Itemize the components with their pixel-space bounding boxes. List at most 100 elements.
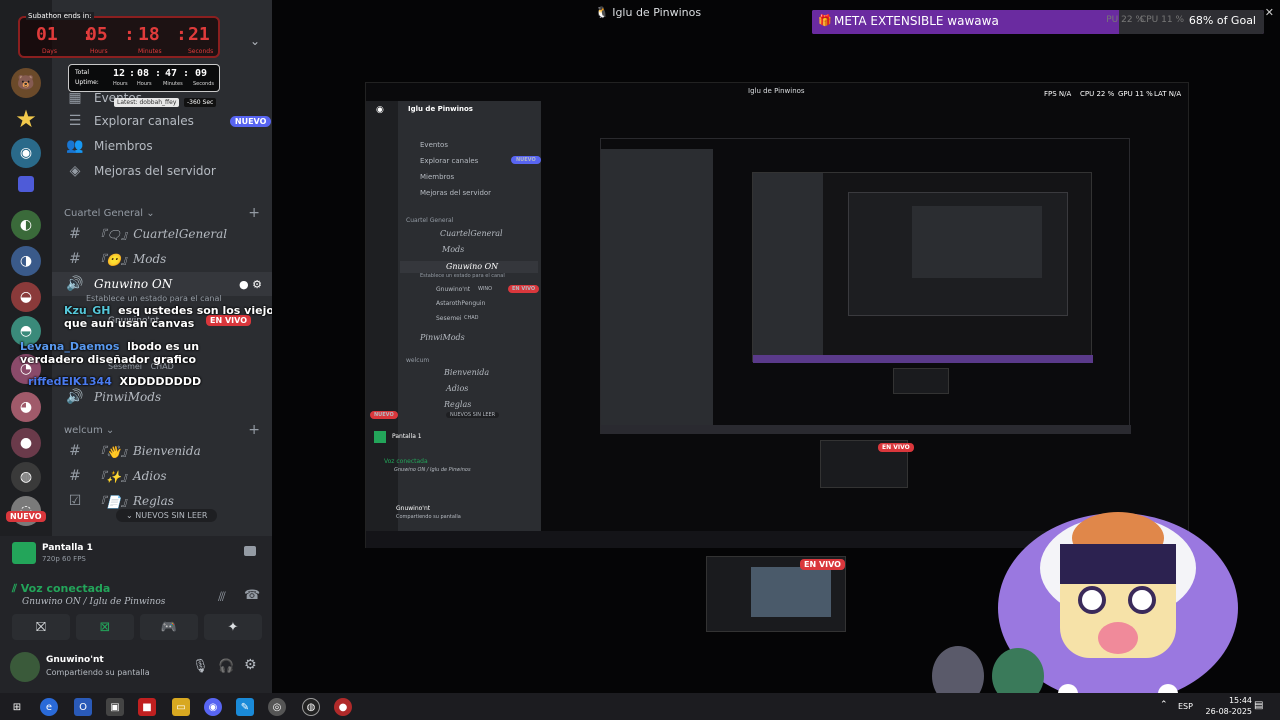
improvements-label: Mejoras del servidor	[94, 164, 216, 178]
voice-channel-gnuwino[interactable]: 🔊 Gnuwino ON ● ⚙	[52, 272, 272, 296]
timer-label: Days	[42, 48, 57, 55]
uptime-sep: :	[155, 68, 162, 79]
channel-adios[interactable]: # 『✨』 Adios	[52, 464, 272, 488]
gift-icon: 🎁	[818, 14, 832, 27]
server-icon-2[interactable]: ◐	[11, 210, 41, 240]
channel-bienvenida[interactable]: # 『👋』 Bienvenida	[52, 439, 272, 463]
nested-members: Miembros	[420, 173, 455, 181]
camera-button[interactable]: ⛝	[12, 614, 70, 640]
noise-suppression-icon[interactable]: ⫻	[218, 590, 226, 605]
nested-server-name: Iglu de Pinwinos	[408, 105, 473, 113]
discord-icon[interactable]: ◉	[204, 698, 222, 716]
add-channel-icon[interactable]: +	[248, 422, 260, 438]
subathon-timer: Subathon ends in: 01 : 05 : 18 : 21 Days…	[18, 12, 220, 58]
boost-icon: ◈	[69, 163, 81, 179]
uptime-counter: Total Uptime: 12 : 08 : 47 : 09 Hours Ho…	[68, 64, 220, 92]
screen-info: 720p 60 FPS	[42, 555, 86, 563]
list-icon: ☰	[68, 113, 82, 129]
voice-channel-pinwimods[interactable]: 🔊 PinwiMods	[52, 385, 272, 409]
members-item[interactable]: 👥 Miembros	[52, 134, 272, 158]
ghost-stat: CPU 11 %	[1139, 15, 1184, 25]
chat-message-3: riffedElK1344 XDDDDDDDD	[28, 375, 258, 388]
channel-mods[interactable]: # 『😶』 Mods	[52, 247, 272, 271]
nested-voice-connected: Voz conectada	[384, 458, 428, 465]
edge-icon[interactable]: e	[40, 698, 58, 716]
gear-icon[interactable]: ⚙	[244, 657, 257, 673]
soundboard-button[interactable]: ✦	[204, 614, 262, 640]
server-icon-9[interactable]: ◍	[11, 462, 41, 492]
server-icon-bear[interactable]: 🐻	[11, 68, 41, 98]
folder-icon[interactable]: ▭	[172, 698, 190, 716]
category-cuartel-general[interactable]: Cuartel General ⌄	[64, 208, 155, 219]
store-icon[interactable]: ▣	[106, 698, 124, 716]
timer-seconds: 21	[188, 24, 210, 45]
editor-icon[interactable]: ✎	[236, 698, 254, 716]
unread-pill[interactable]: ⌄ NUEVOS SIN LEER	[116, 509, 218, 522]
voice-channel-actions-icon[interactable]: ● ⚙	[239, 278, 262, 291]
user-name[interactable]: Gnuwino'nt	[46, 655, 104, 665]
chat-message-2: Levana_Daemos lbodo es un verdadero dise…	[20, 340, 250, 366]
chevron-down-icon: ⌄	[105, 425, 115, 436]
popout-icon[interactable]	[244, 546, 256, 556]
nested-channel: Mods	[442, 245, 465, 254]
disconnect-icon[interactable]: ☎	[244, 588, 260, 603]
hash-icon: #	[69, 443, 81, 459]
latest-event: Latest: dobbah_ffey	[114, 98, 180, 107]
speaker-icon: 🔊	[66, 389, 84, 405]
app-red-icon[interactable]: ■	[138, 698, 156, 716]
chevron-up-icon[interactable]: ⌃	[1160, 700, 1168, 710]
chevron-down-icon[interactable]: ⌄	[250, 34, 260, 48]
system-clock[interactable]: 15:44 26-08-2025	[1206, 695, 1253, 717]
app-grey-icon[interactable]: ◎	[268, 698, 286, 716]
recorder-icon[interactable]: ●	[334, 698, 352, 716]
screen-share-icon	[12, 542, 36, 564]
uptime-label: Hours	[137, 81, 152, 87]
channel-prefix: 『📄』	[94, 494, 133, 509]
nuevo-badge: NUEVO	[6, 511, 46, 522]
avatar[interactable]	[10, 652, 40, 682]
chat-text: XDDDDDDDD	[119, 375, 202, 388]
taskbar	[0, 693, 1280, 720]
server-icon-3[interactable]: ◑	[11, 246, 41, 276]
nested-fps: FPS N/A	[1044, 90, 1072, 98]
server-icon-star[interactable]: ★	[11, 104, 41, 134]
microphone-icon[interactable]: 🎙	[192, 659, 209, 674]
server-icon-8[interactable]: ●	[11, 428, 41, 458]
notification-icon[interactable]: ▤	[1254, 700, 1263, 711]
server-icon-7[interactable]: ◕	[11, 392, 41, 422]
server-icon-4[interactable]: ◒	[11, 282, 41, 312]
screen-share-button[interactable]: ⊠	[76, 614, 134, 640]
outlook-icon[interactable]: O	[74, 698, 92, 716]
timer-label: Hours	[90, 48, 108, 55]
channel-cuartelgeneral[interactable]: # 『🗨』 CuartelGeneral	[52, 222, 272, 246]
nested-voice: Gnuwino ON	[446, 262, 499, 271]
windows-start-icon[interactable]: ⊞	[8, 698, 26, 716]
server-icon-world[interactable]: ◉	[11, 138, 41, 168]
headphones-icon[interactable]: 🎧	[218, 659, 234, 674]
obs-icon[interactable]: ◍	[302, 698, 320, 716]
explore-channels-item[interactable]: ☰ Explorar canales NUEVO	[52, 109, 272, 133]
stream-thumbnail	[893, 368, 949, 394]
nested-improvements: Mejoras del servidor	[420, 189, 492, 197]
category-welcum[interactable]: welcum ⌄	[64, 425, 114, 436]
voice-connected-status[interactable]: ⫽ Voz conectada	[12, 582, 110, 596]
goal-label: META EXTENSIBLE wawawa	[834, 14, 999, 28]
folder-icon[interactable]	[18, 176, 34, 192]
server-improvements-item[interactable]: ◈ Mejoras del servidor	[52, 159, 272, 183]
user-status: Compartiendo su pantalla	[46, 668, 150, 677]
nested-title: Iglu de Pinwinos	[748, 87, 805, 95]
voice-status[interactable]: Establece un estado para el canal	[86, 294, 222, 303]
nested-user-tag: WINO	[478, 286, 493, 292]
language-indicator[interactable]: ESP	[1178, 702, 1193, 711]
nested-pinwi: PinwiMods	[420, 333, 465, 342]
voice-location[interactable]: Gnuwino ON / Iglu de Pinwinos	[22, 597, 165, 607]
new-badge: NUEVO	[229, 115, 272, 127]
add-channel-icon[interactable]: +	[248, 205, 260, 221]
nested-channel: Reglas	[444, 400, 472, 409]
gamepad-icon: 🎮	[160, 619, 178, 635]
close-icon[interactable]: ✕	[1265, 6, 1274, 19]
chevron-down-icon: ⌄	[126, 511, 133, 520]
activity-button[interactable]: 🎮	[140, 614, 198, 640]
uptime-sep: :	[183, 68, 190, 79]
channel-name: CuartelGeneral	[133, 227, 228, 241]
